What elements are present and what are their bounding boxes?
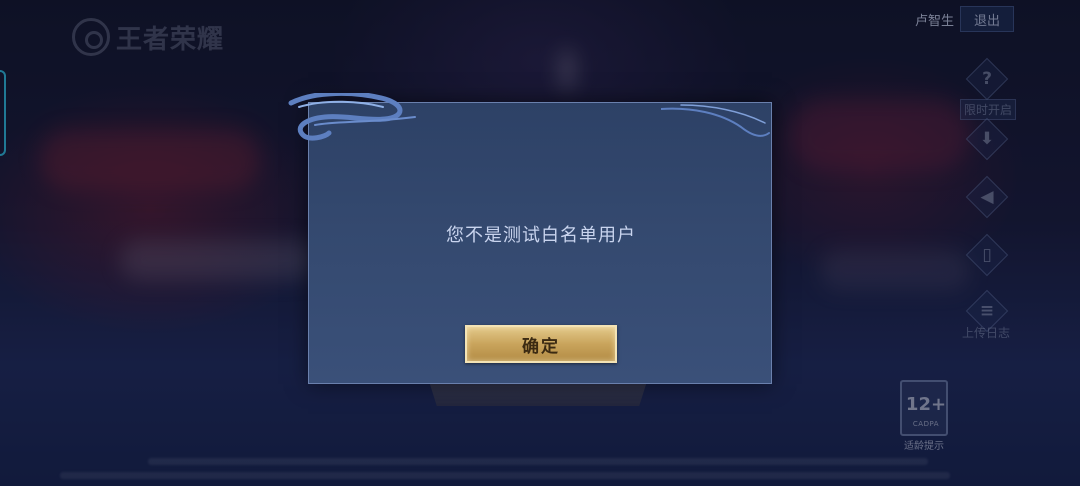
game-login-screen: 王者荣耀 卢智生 退出 ? 限时开启 ⬇ ◀ ▯ ≡ 上传日志 12+ CADP… bbox=[0, 0, 1080, 486]
cloud-ornament-right-icon bbox=[661, 104, 770, 137]
alert-dialog: 您不是测试白名单用户 确定 bbox=[288, 93, 772, 384]
confirm-button[interactable]: 确定 bbox=[465, 325, 617, 363]
dialog-message: 您不是测试白名单用户 bbox=[446, 225, 636, 246]
cloud-ornament-icon bbox=[288, 93, 416, 141]
